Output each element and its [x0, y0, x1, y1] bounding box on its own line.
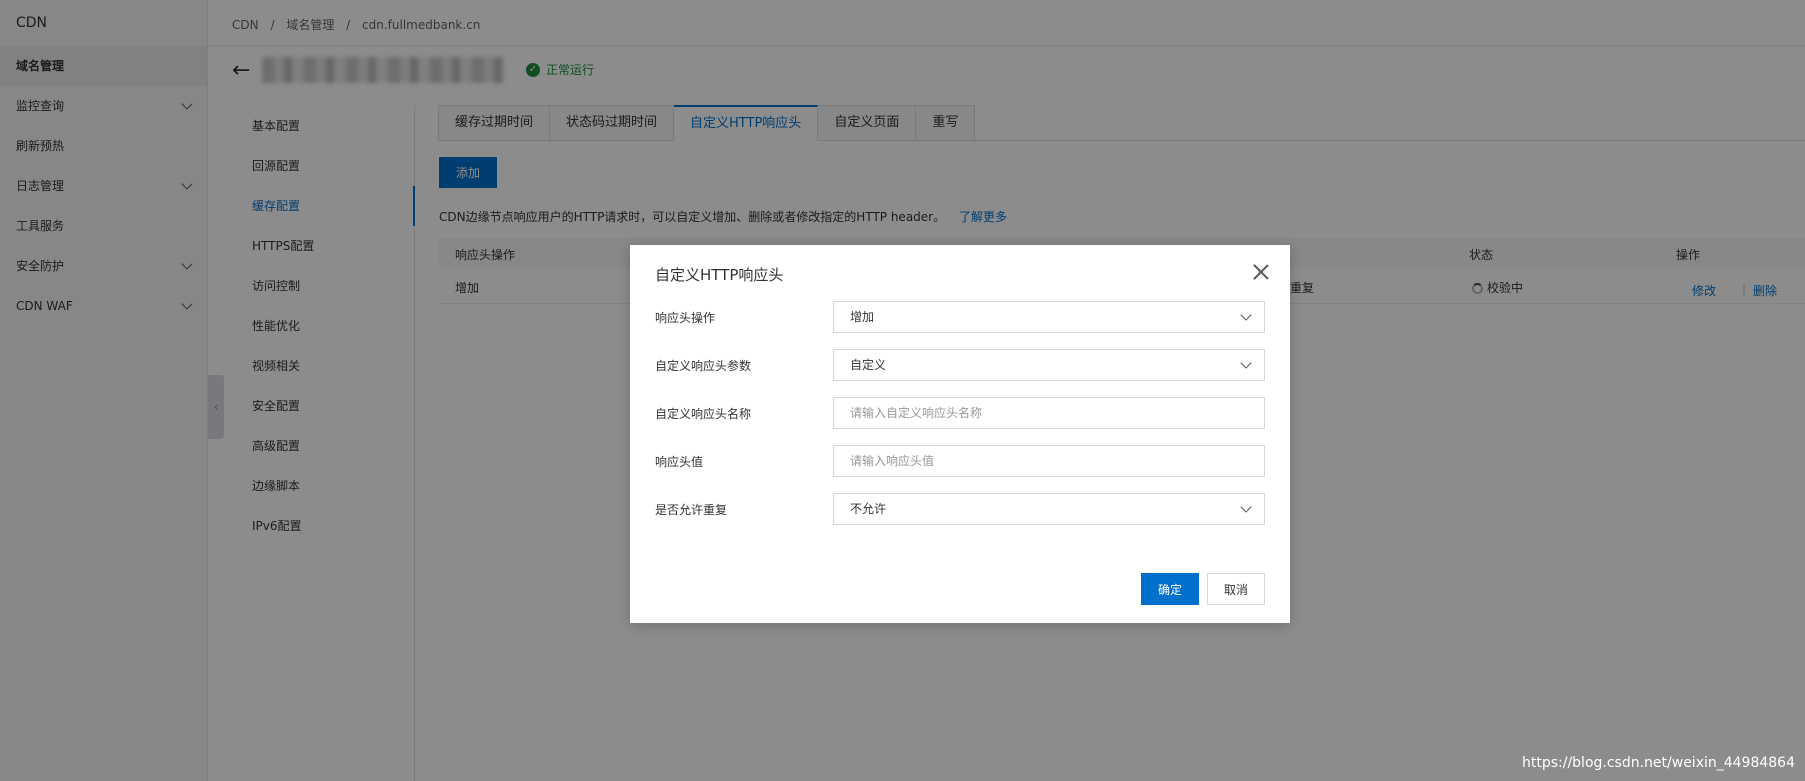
confirm-button[interactable]: 确定 — [1141, 573, 1199, 605]
custom-header-dialog: 自定义HTTP响应头 响应头操作 增加 自定义响应头参数 自定义 自定义响应头名… — [630, 245, 1290, 623]
field-header-value: 响应头值 — [655, 445, 1265, 477]
allow-repeat-select[interactable]: 不允许 — [833, 493, 1265, 525]
watermark-text: https://blog.csdn.net/weixin_44984864 — [1521, 755, 1795, 771]
header-name-input[interactable] — [833, 397, 1265, 429]
close-icon[interactable] — [1252, 263, 1270, 281]
field-label: 是否允许重复 — [655, 503, 728, 517]
field-allow-repeat: 是否允许重复 不允许 — [655, 493, 1265, 525]
dialog-title: 自定义HTTP响应头 — [655, 266, 784, 284]
field-label: 自定义响应头参数 — [655, 359, 752, 373]
chevron-down-icon — [1240, 309, 1252, 321]
header-value-input[interactable] — [833, 445, 1265, 477]
cancel-button[interactable]: 取消 — [1207, 573, 1265, 605]
field-header-name: 自定义响应头名称 — [655, 397, 1265, 429]
field-label: 响应头操作 — [655, 311, 716, 325]
field-header-param: 自定义响应头参数 自定义 — [655, 349, 1265, 381]
field-header-operation: 响应头操作 增加 — [655, 301, 1265, 333]
field-label: 自定义响应头名称 — [655, 407, 752, 421]
select-value: 自定义 — [850, 358, 887, 372]
select-value: 增加 — [850, 310, 875, 324]
chevron-down-icon — [1240, 501, 1252, 513]
select-value: 不允许 — [850, 502, 887, 516]
chevron-down-icon — [1240, 357, 1252, 369]
header-operation-select[interactable]: 增加 — [833, 301, 1265, 333]
field-label: 响应头值 — [655, 455, 704, 469]
header-param-select[interactable]: 自定义 — [833, 349, 1265, 381]
